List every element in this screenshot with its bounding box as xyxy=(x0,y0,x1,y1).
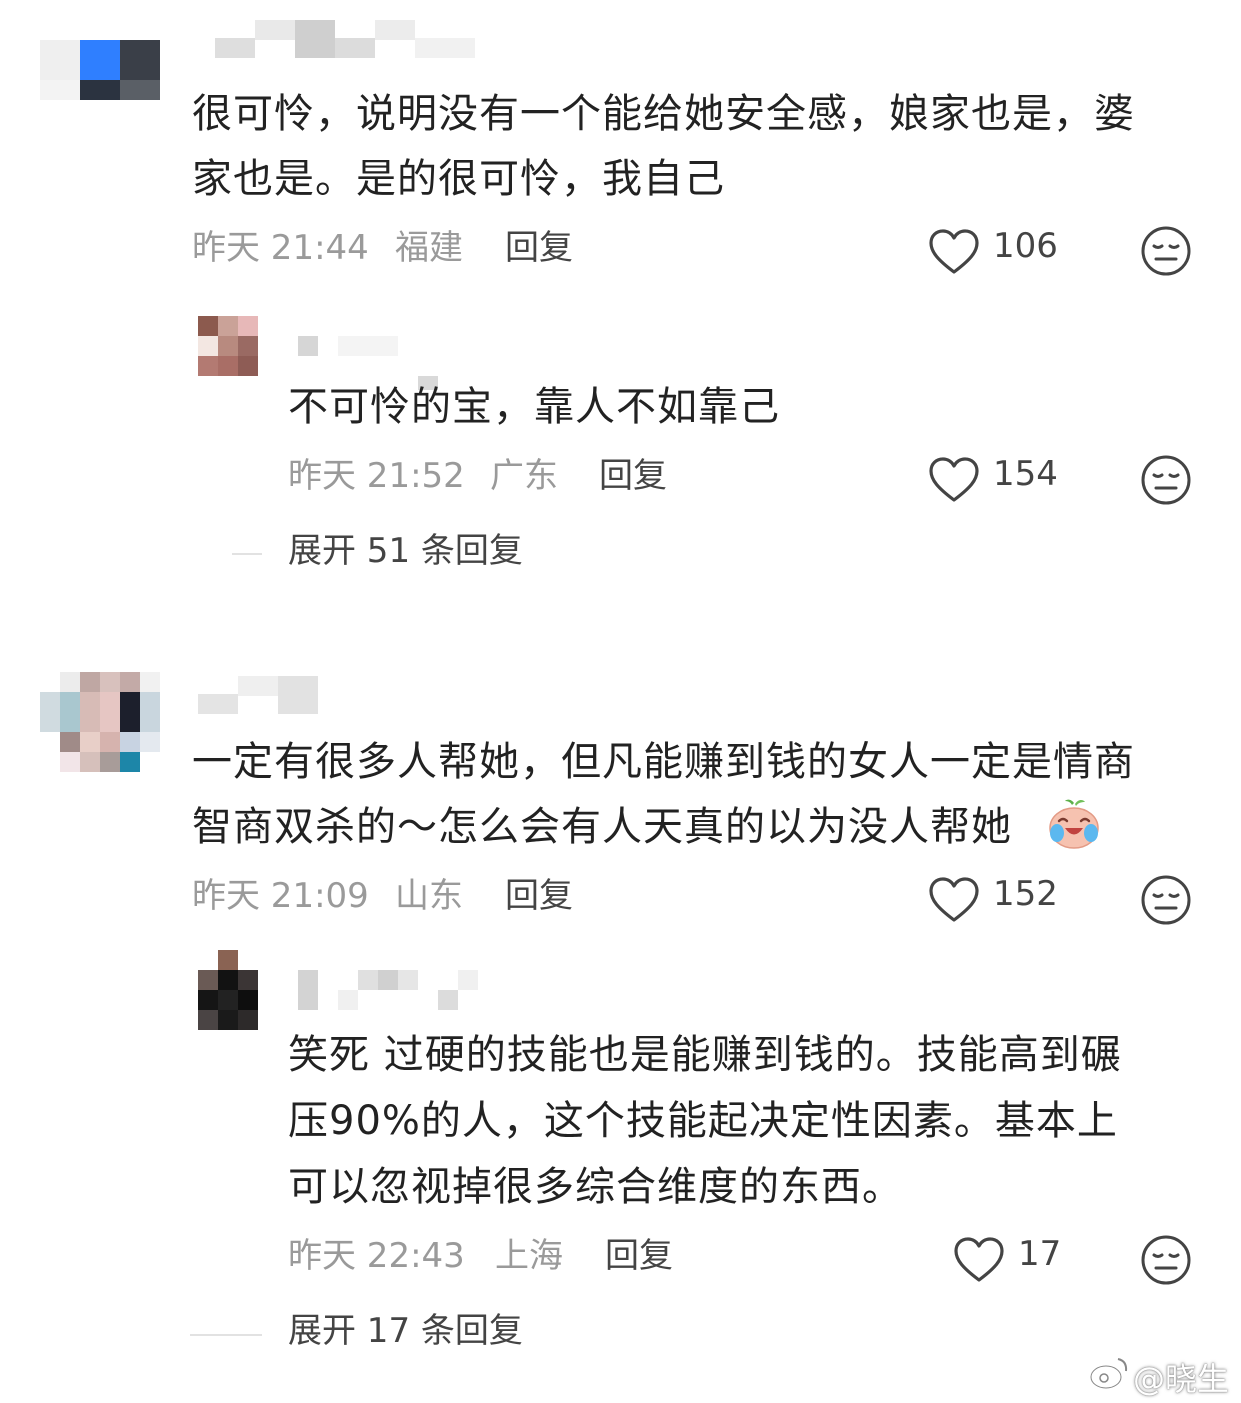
like-count: 154 xyxy=(993,454,1058,494)
reply-text-line: 可以忽视掉很多综合维度的东西。 xyxy=(288,1164,903,1210)
avatar[interactable] xyxy=(40,20,160,100)
like-count: 152 xyxy=(993,874,1058,914)
crying-laughing-peach-emoji xyxy=(1049,799,1099,849)
username[interactable] xyxy=(198,676,318,716)
divider xyxy=(190,1334,262,1336)
comment-text-line: 一定有很多人帮她，但凡能赚到钱的女人一定是情商 xyxy=(192,739,1135,785)
heart-outline-icon[interactable] xyxy=(928,456,980,504)
comment-location: 山东 xyxy=(395,876,463,916)
neutral-face-icon[interactable] xyxy=(1140,225,1192,277)
avatar[interactable] xyxy=(198,950,258,1030)
neutral-face-icon[interactable] xyxy=(1140,874,1192,926)
reply-text-line: 压90%的人，这个技能起决定性因素。基本上 xyxy=(288,1098,1118,1144)
reply-time: 昨天 21:52 xyxy=(288,456,465,496)
comment-text-line: 智商双杀的～怎么会有人天真的以为没人帮她 xyxy=(192,804,1012,850)
username[interactable] xyxy=(298,336,398,356)
weibo-logo-icon xyxy=(1089,1358,1128,1390)
comment-location: 福建 xyxy=(395,228,463,268)
comment-text-line: 家也是。是的很可怜，我自己 xyxy=(192,156,725,202)
divider xyxy=(232,553,262,555)
reply-button[interactable]: 回复 xyxy=(505,876,573,916)
reply-button[interactable]: 回复 xyxy=(599,456,667,496)
reply-button[interactable]: 回复 xyxy=(505,228,573,268)
avatar[interactable] xyxy=(198,316,258,376)
neutral-face-icon[interactable] xyxy=(1140,454,1192,506)
reply-location: 广东 xyxy=(490,456,558,496)
comment-time: 昨天 21:44 xyxy=(192,228,369,268)
username[interactable] xyxy=(298,970,478,1010)
username[interactable] xyxy=(215,20,515,60)
neutral-face-icon[interactable] xyxy=(1140,1234,1192,1286)
reply-text-line: 不可怜的宝，靠人不如靠己 xyxy=(288,384,780,430)
avatar[interactable] xyxy=(40,672,160,772)
heart-outline-icon[interactable] xyxy=(928,228,980,276)
expand-replies-button[interactable]: 展开 17 条回复 xyxy=(288,1311,523,1351)
like-count: 17 xyxy=(1018,1234,1062,1274)
reply-button[interactable]: 回复 xyxy=(605,1236,673,1276)
heart-outline-icon[interactable] xyxy=(928,876,980,924)
comment-text-line: 很可怜，说明没有一个能给她安全感，娘家也是，婆 xyxy=(192,91,1135,137)
like-count: 106 xyxy=(993,226,1058,266)
watermark-text: @晓生 xyxy=(1133,1360,1230,1398)
comment-time: 昨天 21:09 xyxy=(192,876,369,916)
reply-location: 上海 xyxy=(495,1236,563,1276)
expand-replies-button[interactable]: 展开 51 条回复 xyxy=(288,531,523,571)
reply-time: 昨天 22:43 xyxy=(288,1236,465,1276)
heart-outline-icon[interactable] xyxy=(953,1236,1005,1284)
reply-text-line: 笑死 过硬的技能也是能赚到钱的。技能高到碾 xyxy=(288,1032,1122,1078)
